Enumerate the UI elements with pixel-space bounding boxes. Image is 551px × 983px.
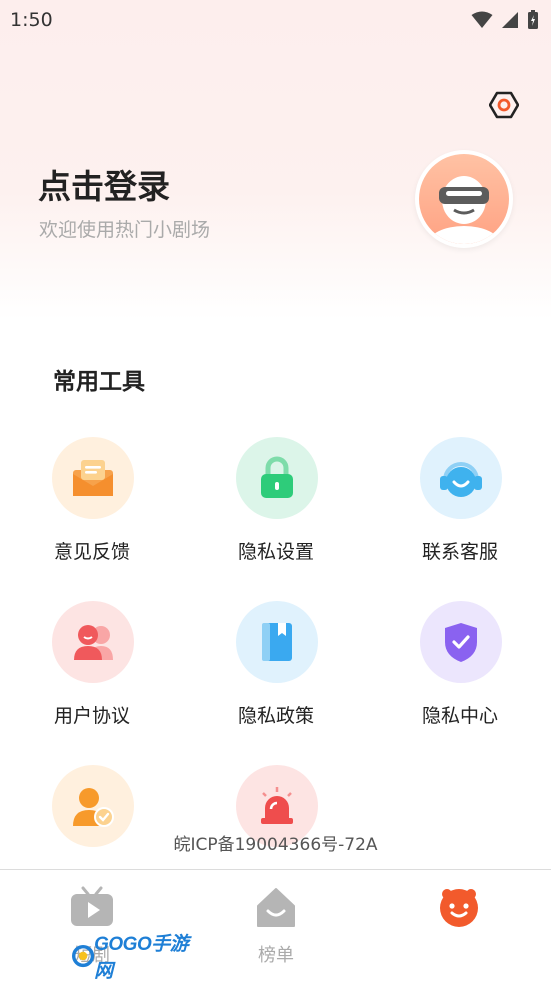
tool-user-agreement[interactable]: 用户协议 xyxy=(52,601,232,751)
gogo-logo-icon xyxy=(72,944,95,968)
status-time: 1:50 xyxy=(10,9,53,31)
tool-feedback[interactable]: 意见反馈 xyxy=(52,437,232,587)
tool-customer-service-label: 联系客服 xyxy=(422,541,499,563)
tool-privacy-policy-circle xyxy=(236,601,318,683)
tool-privacy-policy-label: 隐私政策 xyxy=(238,705,315,727)
avatar-image xyxy=(419,154,509,244)
user-check-icon xyxy=(73,788,114,827)
house-icon xyxy=(254,886,298,932)
icp-record-text[interactable]: 皖ICP备19004366号-72A xyxy=(0,830,551,855)
signal-icon xyxy=(502,12,518,28)
tv-icon xyxy=(69,886,115,932)
envelope-icon xyxy=(73,460,113,496)
tools-section-title: 常用工具 xyxy=(53,369,145,395)
shield-icon xyxy=(445,623,477,662)
tool-feedback-label: 意见反馈 xyxy=(54,541,131,563)
vr-person-icon xyxy=(428,176,500,244)
settings-button[interactable] xyxy=(488,89,520,121)
battery-icon xyxy=(528,10,538,29)
watermark-text: GOGO手游网 xyxy=(94,934,189,982)
tool-privacy-center[interactable]: 隐私中心 xyxy=(420,601,551,751)
login-title[interactable]: 点击登录 xyxy=(38,160,170,208)
tool-privacy-settings-label: 隐私设置 xyxy=(238,541,315,563)
login-subtitle: 欢迎使用热门小剧场 xyxy=(39,219,211,241)
alarm-icon xyxy=(261,787,293,824)
tool-feedback-circle xyxy=(52,437,134,519)
tool-privacy-policy[interactable]: 隐私政策 xyxy=(236,601,416,751)
book-icon xyxy=(262,623,292,661)
smiley-icon xyxy=(437,886,481,932)
tab-profile[interactable] xyxy=(379,870,539,980)
tool-privacy-settings[interactable]: 隐私设置 xyxy=(236,437,416,587)
tab-ranking-label: 榜单 xyxy=(258,945,294,966)
tool-privacy-settings-circle xyxy=(236,437,318,519)
tool-privacy-center-circle xyxy=(420,601,502,683)
tool-privacy-center-label: 隐私中心 xyxy=(422,705,499,727)
wifi-icon xyxy=(471,11,493,28)
users-icon xyxy=(74,625,113,660)
lock-icon xyxy=(261,456,293,498)
tool-customer-service-circle xyxy=(420,437,502,519)
avatar[interactable] xyxy=(415,150,513,248)
watermark-logo: GOGO手游网 xyxy=(72,934,190,982)
headset-icon xyxy=(440,462,482,497)
tab-ranking[interactable]: 榜单 xyxy=(196,870,356,980)
tool-customer-service[interactable]: 联系客服 xyxy=(420,437,551,587)
status-icons xyxy=(471,10,539,30)
gear-icon xyxy=(489,91,519,119)
tool-user-agreement-label: 用户协议 xyxy=(54,705,131,727)
status-bar: 1:50 xyxy=(0,0,551,40)
tool-user-agreement-circle xyxy=(52,601,134,683)
